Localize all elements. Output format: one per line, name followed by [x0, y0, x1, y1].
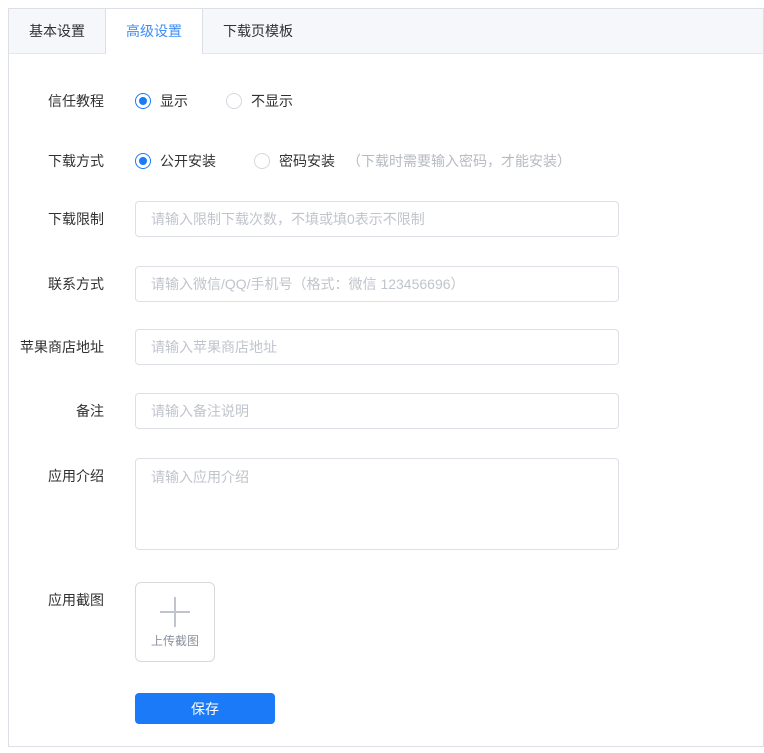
radio-public-install-label: 公开安装	[160, 153, 216, 169]
contact-input[interactable]	[135, 266, 619, 302]
apple-store-input[interactable]	[135, 329, 619, 365]
radio-public-install[interactable]: 公开安装	[135, 151, 216, 171]
download-method-radio-group: 公开安装 密码安装 （下载时需要输入密码，才能安装）	[135, 151, 571, 171]
radio-show-label: 显示	[160, 93, 188, 109]
form-row-apple-store: 苹果商店地址	[9, 329, 763, 365]
download-method-label: 下载方式	[48, 153, 104, 169]
download-limit-label: 下载限制	[48, 211, 104, 227]
form-row-app-screenshot: 应用截图 上传截图	[9, 582, 763, 662]
app-screenshot-label: 应用截图	[48, 592, 104, 608]
app-intro-textarea[interactable]	[135, 458, 619, 550]
tabs-header: 基本设置 高级设置 下载页模板	[9, 9, 763, 54]
contact-control	[135, 266, 619, 302]
download-limit-input[interactable]	[135, 201, 619, 237]
settings-card: 基本设置 高级设置 下载页模板 信任教程 显示 不显示 下载方式 公开安装 密码…	[8, 8, 764, 747]
form-row-remark: 备注	[9, 393, 763, 429]
save-control: 保存	[135, 693, 275, 724]
form-row-trust-tutorial: 信任教程 显示 不显示	[9, 91, 763, 111]
form-row-download-method: 下载方式 公开安装 密码安装 （下载时需要输入密码，才能安装）	[9, 151, 763, 171]
radio-hide[interactable]: 不显示	[226, 91, 293, 111]
tab-basic-settings[interactable]: 基本设置	[9, 9, 105, 53]
remark-label: 备注	[76, 403, 104, 419]
radio-password-install-label: 密码安装	[279, 153, 335, 169]
form-row-save: 保存	[9, 693, 763, 724]
form-row-contact: 联系方式	[9, 266, 763, 302]
apple-store-label: 苹果商店地址	[20, 339, 104, 355]
upload-screenshot-label: 上传截图	[150, 634, 199, 648]
plus-icon	[160, 597, 190, 627]
radio-password-install[interactable]: 密码安装	[254, 151, 335, 171]
advanced-settings-panel: 信任教程 显示 不显示 下载方式 公开安装 密码安装 （下载时需要输入密码，才能…	[9, 54, 763, 724]
app-intro-label: 应用介绍	[48, 468, 104, 484]
remark-input[interactable]	[135, 393, 619, 429]
form-row-download-limit: 下载限制	[9, 201, 763, 237]
form-row-app-intro: 应用介绍	[9, 458, 763, 550]
download-limit-control	[135, 201, 619, 237]
save-button[interactable]: 保存	[135, 693, 275, 724]
tab-download-page-template[interactable]: 下载页模板	[203, 9, 313, 53]
radio-unchecked-icon	[254, 153, 270, 169]
contact-label: 联系方式	[48, 276, 104, 292]
radio-checked-icon	[135, 93, 151, 109]
tab-advanced-settings[interactable]: 高级设置	[105, 9, 203, 54]
app-screenshot-control: 上传截图	[135, 582, 215, 662]
radio-hide-label: 不显示	[251, 93, 293, 109]
upload-screenshot-button[interactable]: 上传截图	[135, 582, 215, 662]
password-install-note: （下载时需要输入密码，才能安装）	[347, 153, 571, 169]
apple-store-control	[135, 329, 619, 365]
remark-control	[135, 393, 619, 429]
radio-unchecked-icon	[226, 93, 242, 109]
trust-tutorial-radio-group: 显示 不显示	[135, 91, 331, 111]
app-intro-control	[135, 458, 619, 550]
radio-checked-icon	[135, 153, 151, 169]
trust-tutorial-label: 信任教程	[48, 93, 104, 109]
radio-show[interactable]: 显示	[135, 91, 188, 111]
